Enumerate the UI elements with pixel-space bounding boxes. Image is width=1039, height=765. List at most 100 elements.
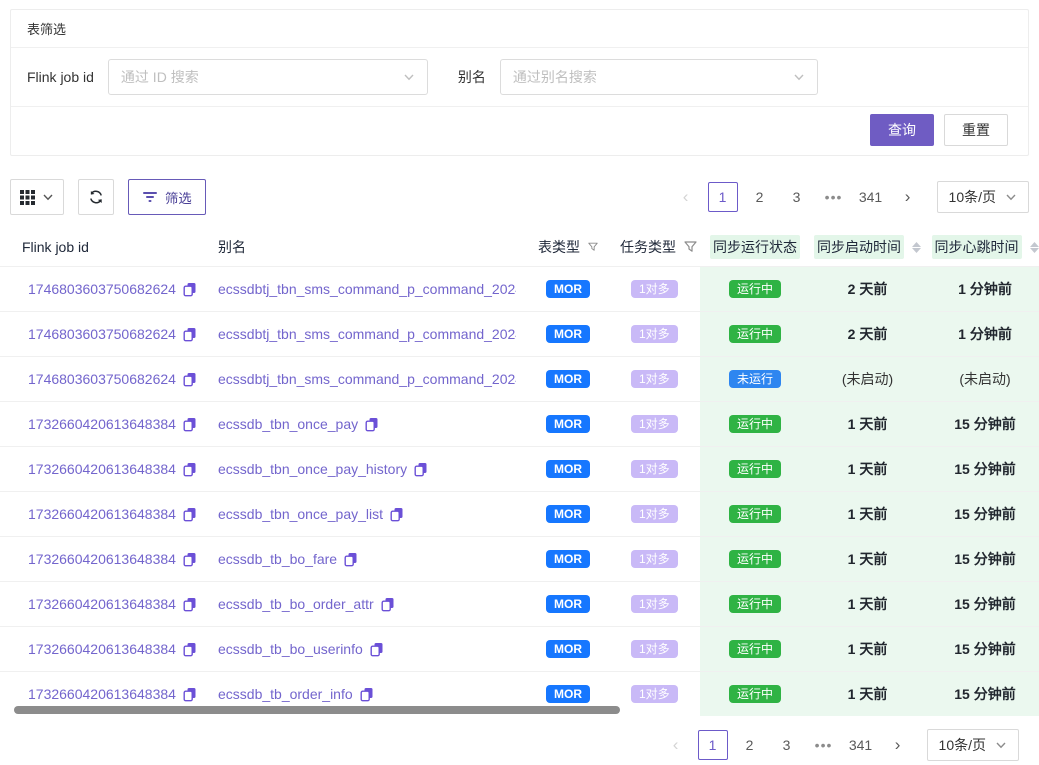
job-id-link[interactable]: 1746803603750682624	[28, 371, 176, 387]
alias-link[interactable]: ecssdb_tb_bo_userinfo	[218, 641, 363, 657]
heartbeat-time-cell: (未启动)	[925, 357, 1039, 401]
page-ellipsis[interactable]: •••	[819, 182, 849, 212]
alias-link[interactable]: ecssdb_tbn_once_pay	[218, 416, 358, 432]
funnel-icon[interactable]	[588, 241, 598, 253]
job-id-link[interactable]: 1732660420613648384	[28, 506, 176, 522]
job-id-cell: 1732660420613648384	[0, 582, 196, 626]
chevron-down-icon	[403, 71, 415, 83]
alias-link[interactable]: ecssdbtj_tbn_sms_command_p_command_20240…	[218, 326, 516, 342]
copy-icon[interactable]	[390, 507, 404, 522]
alias-link[interactable]: ecssdbtj_tbn_sms_command_p_command_20240…	[218, 281, 516, 297]
copy-icon[interactable]	[344, 552, 358, 567]
page-ellipsis[interactable]: •••	[809, 730, 839, 760]
heartbeat-time-cell: 15 分钟前	[925, 582, 1039, 626]
status-badge: 运行中	[729, 415, 781, 433]
copy-icon[interactable]	[414, 462, 428, 477]
job-id-link[interactable]: 1732660420613648384	[28, 461, 176, 477]
alias-link[interactable]: ecssdb_tb_bo_order_attr	[218, 596, 374, 612]
column-header[interactable]: 同步心跳时间	[925, 228, 1039, 266]
page-number-button[interactable]: 2	[745, 182, 775, 212]
alias-link[interactable]: ecssdb_tb_bo_fare	[218, 551, 337, 567]
page-number-button[interactable]: 341	[856, 182, 886, 212]
alias-link[interactable]: ecssdbtj_tbn_sms_command_p_command_20240…	[218, 371, 516, 387]
copy-icon[interactable]	[183, 597, 196, 612]
column-header[interactable]: 同步启动时间	[810, 228, 925, 266]
job-id-link[interactable]: 1732660420613648384	[28, 551, 176, 567]
copy-icon[interactable]	[381, 597, 395, 612]
filter-toggle-button[interactable]: 筛选	[128, 179, 206, 215]
column-header[interactable]: 表类型	[516, 228, 598, 266]
flink-job-id-select[interactable]: 通过 ID 搜索	[108, 59, 428, 95]
table-type-cell: MOR	[516, 492, 598, 536]
job-id-cell: 1732660420613648384	[0, 627, 196, 671]
task-type-cell: 1对多	[598, 537, 700, 581]
copy-icon[interactable]	[183, 687, 196, 702]
copy-icon[interactable]	[183, 417, 196, 432]
status-cell: 运行中	[700, 267, 810, 311]
table-type-badge: MOR	[546, 640, 590, 658]
reset-button[interactable]: 重置	[944, 114, 1008, 146]
page-size-select[interactable]: 10条/页	[937, 181, 1029, 213]
table-type-badge: MOR	[546, 460, 590, 478]
start-time-value: 2 天前	[848, 324, 888, 344]
alias-cell: ecssdbtj_tbn_sms_command_p_command_20240…	[196, 312, 516, 356]
copy-icon[interactable]	[183, 507, 196, 522]
alias-select[interactable]: 通过别名搜索	[500, 59, 818, 95]
alias-link[interactable]: ecssdb_tbn_once_pay_list	[218, 506, 383, 522]
next-page-button[interactable]: ›	[883, 730, 913, 760]
page-number-button[interactable]: 2	[735, 730, 765, 760]
alias-link[interactable]: ecssdb_tb_order_info	[218, 686, 353, 702]
table-body: 1746803603750682624 ecssdbtj_tbn_sms_comm…	[0, 266, 1039, 716]
column-settings-dropdown[interactable]	[10, 179, 64, 215]
page-number-button[interactable]: 1	[698, 730, 728, 760]
alias-link[interactable]: ecssdb_tbn_once_pay_history	[218, 461, 407, 477]
copy-icon[interactable]	[183, 282, 196, 297]
job-id-link[interactable]: 1732660420613648384	[28, 686, 176, 702]
copy-icon[interactable]	[183, 642, 196, 657]
status-badge: 运行中	[729, 550, 781, 568]
page-size-select[interactable]: 10条/页	[927, 729, 1019, 761]
chevron-down-icon	[1005, 191, 1017, 203]
page-number-button[interactable]: 341	[846, 730, 876, 760]
heartbeat-time-cell: 1 分钟前	[925, 267, 1039, 311]
copy-icon[interactable]	[365, 417, 379, 432]
sync-jobs-table: Flink job id别名表类型任务类型同步运行状态同步启动时间同步心跳时间 …	[0, 228, 1039, 716]
job-id-link[interactable]: 1746803603750682624	[28, 326, 176, 342]
horizontal-scrollbar-thumb[interactable]	[14, 706, 620, 714]
start-time-value: 1 天前	[848, 639, 888, 659]
filter-form: Flink job id 通过 ID 搜索 别名 通过别名搜索	[11, 48, 1028, 107]
heartbeat-time-value: 15 分钟前	[954, 684, 1015, 704]
column-header[interactable]: 任务类型	[598, 228, 700, 266]
job-id-link[interactable]: 1732660420613648384	[28, 641, 176, 657]
heartbeat-time-value: 15 分钟前	[954, 459, 1015, 479]
sort-carets-icon[interactable]	[1030, 242, 1039, 253]
copy-icon[interactable]	[183, 552, 196, 567]
funnel-icon[interactable]	[684, 241, 697, 253]
copy-icon[interactable]	[370, 642, 384, 657]
column-header-label: Flink job id	[22, 239, 89, 255]
start-time-value: 2 天前	[848, 279, 888, 299]
page-number-button[interactable]: 3	[772, 730, 802, 760]
job-id-link[interactable]: 1732660420613648384	[28, 416, 176, 432]
heartbeat-time-cell: 15 分钟前	[925, 492, 1039, 536]
prev-page-button[interactable]: ‹	[671, 182, 701, 212]
job-id-link[interactable]: 1732660420613648384	[28, 596, 176, 612]
heartbeat-time-cell: 15 分钟前	[925, 627, 1039, 671]
copy-icon[interactable]	[183, 372, 196, 387]
status-cell: 未运行	[700, 357, 810, 401]
next-page-button[interactable]: ›	[893, 182, 923, 212]
prev-page-button[interactable]: ‹	[661, 730, 691, 760]
copy-icon[interactable]	[360, 687, 374, 702]
copy-icon[interactable]	[183, 327, 196, 342]
sort-carets-icon[interactable]	[912, 242, 921, 253]
job-id-link[interactable]: 1746803603750682624	[28, 281, 176, 297]
alias-cell: ecssdb_tb_bo_userinfo	[196, 627, 516, 671]
query-button[interactable]: 查询	[870, 114, 934, 146]
copy-icon[interactable]	[183, 462, 196, 477]
refresh-button[interactable]	[78, 179, 114, 215]
page-number-button[interactable]: 3	[782, 182, 812, 212]
column-header-label: 同步启动时间	[814, 235, 904, 259]
page-number-button[interactable]: 1	[708, 182, 738, 212]
column-header[interactable]: 同步运行状态	[700, 228, 810, 266]
filter-card-title: 表筛选	[11, 10, 1028, 48]
